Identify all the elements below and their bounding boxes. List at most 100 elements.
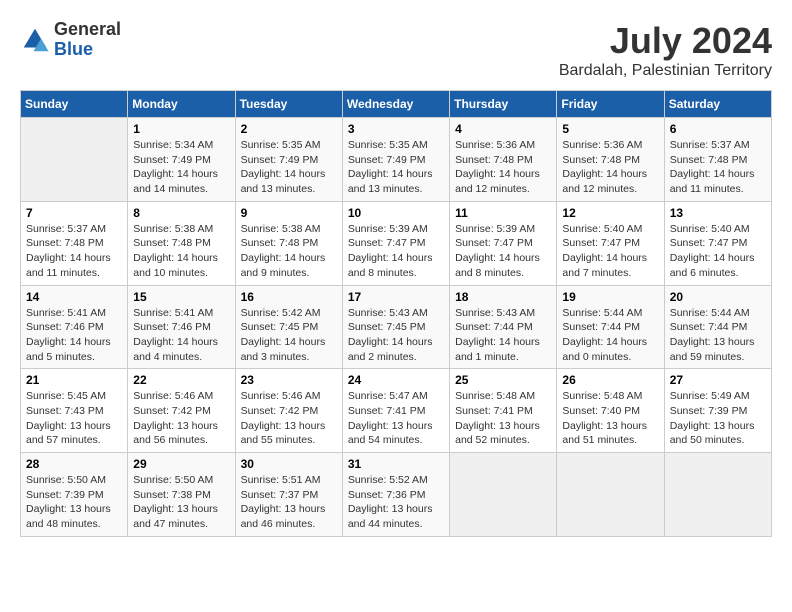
calendar-week-row: 21 Sunrise: 5:45 AMSunset: 7:43 PMDayligh… — [21, 369, 772, 453]
day-number: 27 — [670, 373, 766, 387]
day-number: 16 — [241, 290, 337, 304]
day-number: 8 — [133, 206, 229, 220]
day-number: 4 — [455, 122, 551, 136]
day-info: Sunrise: 5:37 AMSunset: 7:48 PMDaylight:… — [670, 138, 766, 197]
day-info: Sunrise: 5:51 AMSunset: 7:37 PMDaylight:… — [241, 473, 337, 532]
day-number: 12 — [562, 206, 658, 220]
day-of-week-header: Tuesday — [235, 91, 342, 118]
calendar-day-cell: 28Sunrise: 5:50 AMSunset: 7:39 PMDayligh… — [21, 453, 128, 537]
calendar-day-cell: 18 Sunrise: 5:43 AMSunset: 7:44 PMDayligh… — [450, 285, 557, 369]
day-info: Sunrise: 5:38 AMSunset: 7:48 PMDaylight:… — [241, 222, 337, 281]
calendar-day-cell: 31 Sunrise: 5:52 AMSunset: 7:36 PMDayligh… — [342, 453, 449, 537]
day-number: 30 — [241, 457, 337, 471]
calendar-day-cell: 11 Sunrise: 5:39 AMSunset: 7:47 PMDayligh… — [450, 201, 557, 285]
day-number: 9 — [241, 206, 337, 220]
header-row: SundayMondayTuesdayWednesdayThursdayFrid… — [21, 91, 772, 118]
calendar-day-cell — [21, 118, 128, 202]
calendar-day-cell — [557, 453, 664, 537]
calendar-day-cell: 5 Sunrise: 5:36 AMSunset: 7:48 PMDaylight… — [557, 118, 664, 202]
day-info: Sunrise: 5:50 AMSunset: 7:38 PMDaylight:… — [133, 473, 229, 532]
calendar-week-row: 7Sunrise: 5:37 AMSunset: 7:48 PMDaylight… — [21, 201, 772, 285]
day-number: 21 — [26, 373, 122, 387]
day-info: Sunrise: 5:44 AMSunset: 7:44 PMDaylight:… — [562, 306, 658, 365]
calendar-day-cell: 2 Sunrise: 5:35 AMSunset: 7:49 PMDaylight… — [235, 118, 342, 202]
day-number: 24 — [348, 373, 444, 387]
calendar-day-cell: 27Sunrise: 5:49 AMSunset: 7:39 PMDayligh… — [664, 369, 771, 453]
calendar-day-cell: 7Sunrise: 5:37 AMSunset: 7:48 PMDaylight… — [21, 201, 128, 285]
calendar-day-cell — [450, 453, 557, 537]
day-number: 26 — [562, 373, 658, 387]
calendar-day-cell: 20Sunrise: 5:44 AMSunset: 7:44 PMDayligh… — [664, 285, 771, 369]
location: Bardalah, Palestinian Territory — [559, 62, 772, 80]
calendar-body: 1 Sunrise: 5:34 AMSunset: 7:49 PMDaylight… — [21, 118, 772, 537]
day-info: Sunrise: 5:36 AMSunset: 7:48 PMDaylight:… — [562, 138, 658, 197]
calendar-day-cell: 9 Sunrise: 5:38 AMSunset: 7:48 PMDaylight… — [235, 201, 342, 285]
calendar-day-cell: 30 Sunrise: 5:51 AMSunset: 7:37 PMDayligh… — [235, 453, 342, 537]
calendar-day-cell: 19Sunrise: 5:44 AMSunset: 7:44 PMDayligh… — [557, 285, 664, 369]
calendar-day-cell — [664, 453, 771, 537]
day-info: Sunrise: 5:41 AMSunset: 7:46 PMDaylight:… — [133, 306, 229, 365]
calendar-day-cell: 8 Sunrise: 5:38 AMSunset: 7:48 PMDaylight… — [128, 201, 235, 285]
calendar-day-cell: 6Sunrise: 5:37 AMSunset: 7:48 PMDaylight… — [664, 118, 771, 202]
day-info: Sunrise: 5:45 AMSunset: 7:43 PMDaylight:… — [26, 389, 122, 448]
day-number: 5 — [562, 122, 658, 136]
calendar-day-cell: 10 Sunrise: 5:39 AMSunset: 7:47 PMDayligh… — [342, 201, 449, 285]
day-number: 23 — [241, 373, 337, 387]
day-of-week-header: Wednesday — [342, 91, 449, 118]
day-info: Sunrise: 5:40 AMSunset: 7:47 PMDaylight:… — [670, 222, 766, 281]
logo-icon — [20, 25, 50, 55]
logo-general: General — [54, 20, 121, 40]
day-info: Sunrise: 5:48 AMSunset: 7:41 PMDaylight:… — [455, 389, 551, 448]
day-info: Sunrise: 5:47 AMSunset: 7:41 PMDaylight:… — [348, 389, 444, 448]
day-number: 15 — [133, 290, 229, 304]
calendar-day-cell: 4Sunrise: 5:36 AMSunset: 7:48 PMDaylight… — [450, 118, 557, 202]
day-of-week-header: Friday — [557, 91, 664, 118]
calendar-week-row: 14 Sunrise: 5:41 AMSunset: 7:46 PMDayligh… — [21, 285, 772, 369]
calendar-week-row: 1 Sunrise: 5:34 AMSunset: 7:49 PMDaylight… — [21, 118, 772, 202]
day-info: Sunrise: 5:43 AMSunset: 7:44 PMDaylight:… — [455, 306, 551, 365]
day-info: Sunrise: 5:38 AMSunset: 7:48 PMDaylight:… — [133, 222, 229, 281]
day-info: Sunrise: 5:35 AMSunset: 7:49 PMDaylight:… — [241, 138, 337, 197]
day-number: 14 — [26, 290, 122, 304]
day-number: 10 — [348, 206, 444, 220]
day-number: 22 — [133, 373, 229, 387]
calendar-week-row: 28Sunrise: 5:50 AMSunset: 7:39 PMDayligh… — [21, 453, 772, 537]
calendar-day-cell: 12 Sunrise: 5:40 AMSunset: 7:47 PMDayligh… — [557, 201, 664, 285]
day-number: 11 — [455, 206, 551, 220]
day-of-week-header: Thursday — [450, 91, 557, 118]
day-info: Sunrise: 5:39 AMSunset: 7:47 PMDaylight:… — [455, 222, 551, 281]
day-number: 18 — [455, 290, 551, 304]
day-info: Sunrise: 5:48 AMSunset: 7:40 PMDaylight:… — [562, 389, 658, 448]
calendar-day-cell: 22 Sunrise: 5:46 AMSunset: 7:42 PMDayligh… — [128, 369, 235, 453]
day-number: 3 — [348, 122, 444, 136]
calendar-day-cell: 13Sunrise: 5:40 AMSunset: 7:47 PMDayligh… — [664, 201, 771, 285]
day-number: 31 — [348, 457, 444, 471]
day-number: 2 — [241, 122, 337, 136]
calendar-day-cell: 16Sunrise: 5:42 AMSunset: 7:45 PMDayligh… — [235, 285, 342, 369]
logo-blue: Blue — [54, 40, 121, 60]
calendar-day-cell: 21 Sunrise: 5:45 AMSunset: 7:43 PMDayligh… — [21, 369, 128, 453]
calendar-table: SundayMondayTuesdayWednesdayThursdayFrid… — [20, 90, 772, 537]
calendar-day-cell: 17Sunrise: 5:43 AMSunset: 7:45 PMDayligh… — [342, 285, 449, 369]
day-info: Sunrise: 5:34 AMSunset: 7:49 PMDaylight:… — [133, 138, 229, 197]
day-info: Sunrise: 5:39 AMSunset: 7:47 PMDaylight:… — [348, 222, 444, 281]
day-info: Sunrise: 5:40 AMSunset: 7:47 PMDaylight:… — [562, 222, 658, 281]
calendar-day-cell: 24 Sunrise: 5:47 AMSunset: 7:41 PMDayligh… — [342, 369, 449, 453]
calendar-day-cell: 3Sunrise: 5:35 AMSunset: 7:49 PMDaylight… — [342, 118, 449, 202]
month-year: July 2024 — [559, 20, 772, 62]
day-number: 29 — [133, 457, 229, 471]
day-info: Sunrise: 5:52 AMSunset: 7:36 PMDaylight:… — [348, 473, 444, 532]
calendar-day-cell: 26 Sunrise: 5:48 AMSunset: 7:40 PMDayligh… — [557, 369, 664, 453]
logo-text: General Blue — [54, 20, 121, 60]
day-number: 25 — [455, 373, 551, 387]
day-info: Sunrise: 5:41 AMSunset: 7:46 PMDaylight:… — [26, 306, 122, 365]
calendar-day-cell: 15 Sunrise: 5:41 AMSunset: 7:46 PMDayligh… — [128, 285, 235, 369]
day-number: 17 — [348, 290, 444, 304]
calendar-day-cell: 14 Sunrise: 5:41 AMSunset: 7:46 PMDayligh… — [21, 285, 128, 369]
calendar-day-cell: 29 Sunrise: 5:50 AMSunset: 7:38 PMDayligh… — [128, 453, 235, 537]
calendar-day-cell: 25 Sunrise: 5:48 AMSunset: 7:41 PMDayligh… — [450, 369, 557, 453]
day-info: Sunrise: 5:44 AMSunset: 7:44 PMDaylight:… — [670, 306, 766, 365]
day-info: Sunrise: 5:46 AMSunset: 7:42 PMDaylight:… — [133, 389, 229, 448]
day-number: 1 — [133, 122, 229, 136]
calendar-day-cell: 1 Sunrise: 5:34 AMSunset: 7:49 PMDaylight… — [128, 118, 235, 202]
